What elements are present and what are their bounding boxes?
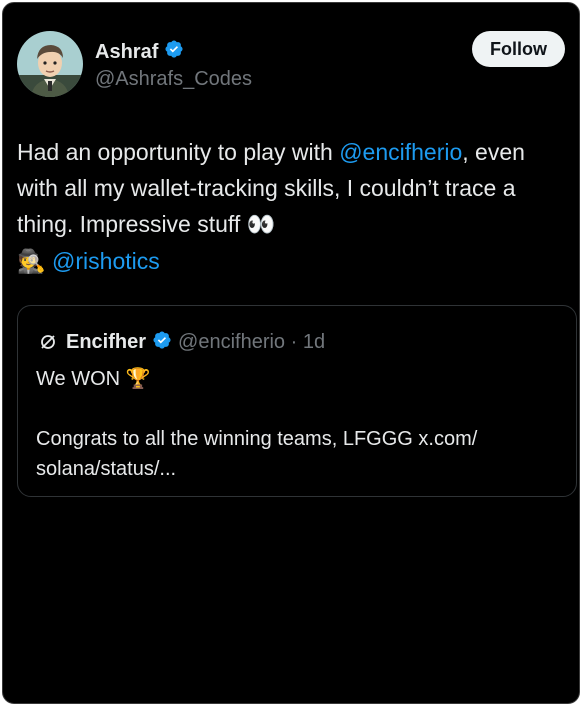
- verified-badge-icon: [152, 330, 172, 355]
- eyes-emoji: 👀: [246, 212, 276, 238]
- quoted-line: We WON 🏆: [36, 363, 556, 394]
- tweet-text-part: Had an opportunity to play with: [17, 139, 340, 165]
- quoted-author-handle-time[interactable]: @encifherio · 1d: [178, 331, 325, 354]
- tweet-text: Had an opportunity to play with @encifhe…: [17, 134, 572, 280]
- quoted-line: Congrats to all the winning teams, LFGGG…: [36, 428, 478, 480]
- avatar[interactable]: [17, 31, 83, 97]
- quoted-author-name[interactable]: Encifher: [66, 331, 146, 354]
- quoted-tweet-body: We WON 🏆 Congrats to all the winning tea…: [36, 363, 556, 484]
- mention-link[interactable]: @rishotics: [52, 248, 160, 274]
- quoted-line-text: We WON: [36, 368, 126, 390]
- encifher-logo-icon: [36, 330, 60, 354]
- follow-button[interactable]: Follow: [472, 31, 565, 67]
- trophy-emoji: 🏆: [125, 366, 151, 390]
- author-name-row: Ashraf: [95, 39, 252, 64]
- mention-link[interactable]: @encifherio: [339, 139, 462, 165]
- author-handle[interactable]: @Ashrafs_Codes: [95, 66, 252, 92]
- quoted-tweet[interactable]: Encifher @encifherio · 1d We WON 🏆 Congr…: [17, 305, 577, 497]
- author-block: Ashraf @Ashrafs_Codes: [95, 39, 252, 92]
- quoted-tweet-header: Encifher @encifherio · 1d: [36, 327, 325, 357]
- detective-emoji: 🕵️: [17, 249, 46, 275]
- verified-badge-icon: [164, 39, 184, 64]
- tweet-card: Ashraf @Ashrafs_Codes Follow Had an oppo…: [2, 2, 580, 704]
- author-name[interactable]: Ashraf: [95, 40, 158, 64]
